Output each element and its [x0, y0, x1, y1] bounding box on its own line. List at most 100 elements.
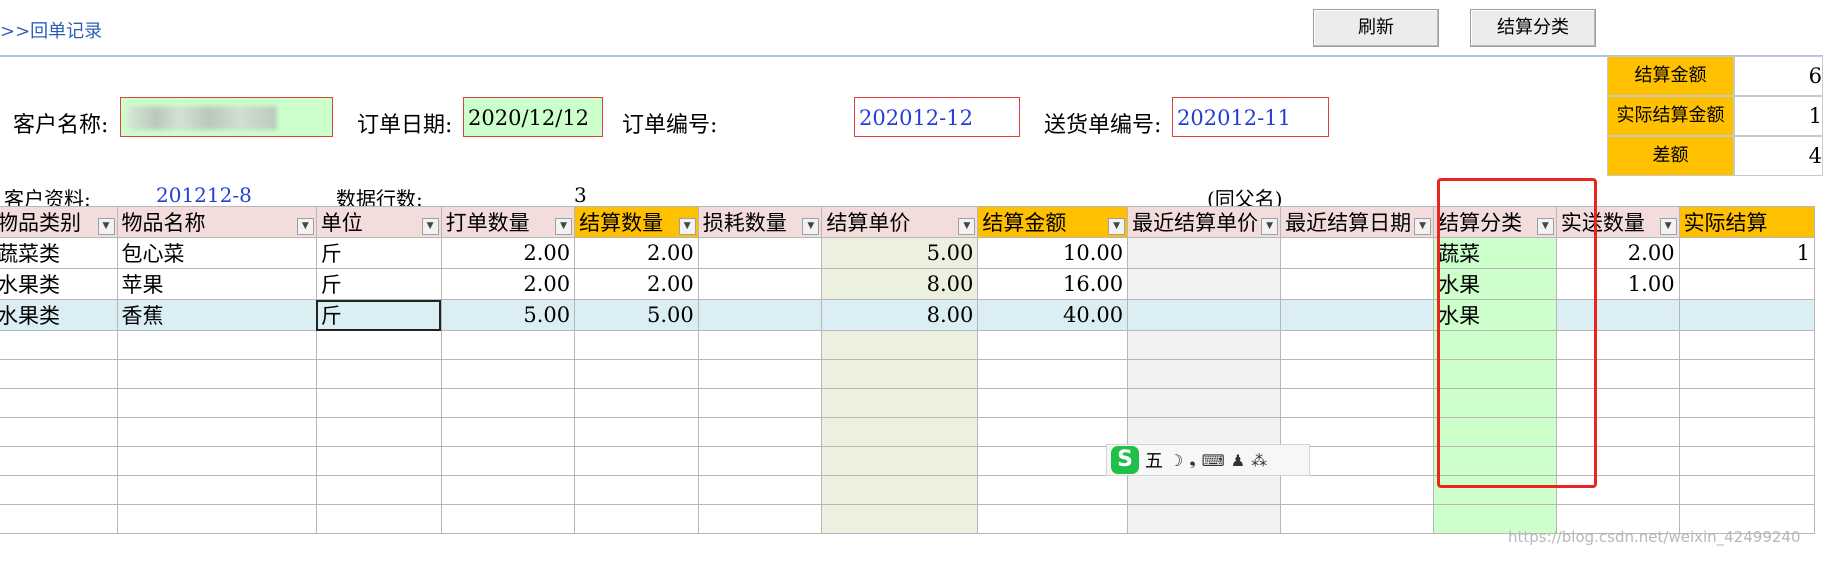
table-cell[interactable] [440, 504, 576, 534]
table-cell[interactable] [697, 446, 823, 476]
table-cell[interactable] [440, 330, 576, 360]
table-cell[interactable] [697, 330, 823, 360]
table-cell[interactable] [1127, 237, 1282, 269]
table-cell[interactable]: 苹果 [116, 268, 317, 300]
table-cell[interactable] [116, 446, 317, 476]
col-header[interactable]: 物品类别 ▼ [0, 206, 118, 238]
table-cell[interactable] [315, 417, 442, 447]
table-cell[interactable]: 1 [1678, 237, 1816, 269]
table-cell[interactable] [1127, 417, 1282, 447]
filter-dropdown-icon[interactable]: ▼ [1261, 218, 1279, 235]
order-date-field[interactable]: 2020/12/12 [463, 97, 603, 137]
tools-icon[interactable]: ⁂ [1251, 451, 1267, 470]
sogou-logo-icon[interactable]: S [1111, 446, 1139, 474]
table-cell[interactable] [1127, 504, 1282, 534]
customer-name-field[interactable] [120, 97, 333, 137]
table-cell[interactable] [1280, 237, 1435, 269]
order-no-field[interactable]: 202012-12 [854, 97, 1020, 137]
table-cell[interactable] [0, 388, 118, 418]
delivery-no-field[interactable]: 202012-11 [1172, 97, 1329, 137]
table-cell[interactable] [574, 359, 699, 389]
filter-dropdown-icon[interactable]: ▼ [1414, 218, 1432, 235]
table-cell[interactable] [574, 417, 699, 447]
table-cell[interactable]: 斤 [315, 268, 442, 300]
table-cell[interactable] [1127, 359, 1282, 389]
table-cell[interactable] [821, 446, 979, 476]
table-cell[interactable] [821, 388, 979, 418]
moon-icon[interactable]: ☽ [1169, 451, 1183, 470]
filter-dropdown-icon[interactable]: ▼ [555, 218, 573, 235]
table-cell[interactable]: 斤 [315, 237, 442, 269]
table-cell[interactable]: 5.00 [440, 299, 576, 331]
table-cell[interactable]: 2.00 [440, 268, 576, 300]
table-cell[interactable] [574, 446, 699, 476]
table-cell[interactable] [697, 237, 823, 269]
punctuation-icon[interactable]: ❟ [1189, 450, 1195, 470]
col-header[interactable]: 实际结算 [1678, 206, 1816, 238]
col-header[interactable]: 最近结算单价 ▼ [1127, 206, 1282, 238]
table-cell[interactable] [977, 388, 1129, 418]
classify-button[interactable]: 结算分类 [1470, 9, 1596, 47]
table-cell[interactable] [1678, 299, 1816, 331]
table-cell[interactable] [574, 330, 699, 360]
table-cell[interactable]: 16.00 [977, 268, 1129, 300]
table-cell[interactable] [1127, 299, 1282, 331]
table-cell[interactable] [1280, 388, 1435, 418]
keyboard-icon[interactable]: ⌨ [1202, 451, 1225, 470]
table-cell[interactable] [1280, 299, 1435, 331]
table-cell[interactable] [1280, 475, 1435, 505]
table-cell[interactable] [697, 417, 823, 447]
table-cell[interactable] [1678, 359, 1816, 389]
table-cell[interactable] [0, 330, 118, 360]
table-cell[interactable] [440, 475, 576, 505]
table-cell[interactable]: 8.00 [821, 268, 979, 300]
col-header[interactable]: 最近结算日期 ▼ [1280, 206, 1435, 238]
table-cell[interactable] [1678, 388, 1816, 418]
table-cell[interactable]: 2.00 [574, 268, 699, 300]
table-cell[interactable] [821, 359, 979, 389]
table-cell[interactable]: 10.00 [977, 237, 1129, 269]
table-cell[interactable]: 包心菜 [116, 237, 317, 269]
user-icon[interactable]: ♟ [1231, 451, 1245, 470]
filter-dropdown-icon[interactable]: ▼ [678, 218, 696, 235]
table-cell[interactable] [440, 388, 576, 418]
table-cell[interactable] [697, 359, 823, 389]
table-cell[interactable] [977, 359, 1129, 389]
table-cell[interactable] [1280, 417, 1435, 447]
table-cell[interactable]: 斤 [315, 299, 442, 331]
table-cell[interactable] [116, 475, 317, 505]
table-cell[interactable] [315, 446, 442, 476]
table-cell[interactable] [821, 475, 979, 505]
col-header[interactable]: 结算数量 ▼ [574, 206, 699, 238]
table-cell[interactable] [440, 446, 576, 476]
table-cell[interactable] [116, 417, 317, 447]
table-cell[interactable] [821, 504, 979, 534]
table-cell[interactable] [1678, 417, 1816, 447]
table-cell[interactable] [977, 475, 1129, 505]
table-cell[interactable]: 蔬菜类 [0, 237, 118, 269]
filter-dropdown-icon[interactable]: ▼ [958, 218, 976, 235]
table-cell[interactable] [315, 475, 442, 505]
col-header[interactable]: 物品名称 ▼ [116, 206, 317, 238]
col-header[interactable]: 打单数量 ▼ [440, 206, 576, 238]
filter-dropdown-icon[interactable]: ▼ [1659, 218, 1677, 235]
table-cell[interactable] [1127, 330, 1282, 360]
refresh-button[interactable]: 刷新 [1313, 9, 1439, 47]
table-cell[interactable] [697, 268, 823, 300]
ime-toolbar[interactable]: S 五 ☽ ❟ ⌨ ♟ ⁂ [1106, 444, 1310, 476]
table-cell[interactable] [315, 388, 442, 418]
table-cell[interactable] [821, 330, 979, 360]
table-cell[interactable] [440, 359, 576, 389]
table-cell[interactable]: 水果类 [0, 268, 118, 300]
filter-dropdown-icon[interactable]: ▼ [97, 218, 115, 235]
table-cell[interactable] [977, 504, 1129, 534]
table-cell[interactable] [697, 475, 823, 505]
table-cell[interactable] [977, 330, 1129, 360]
table-cell[interactable]: 40.00 [977, 299, 1129, 331]
col-header[interactable]: 结算单价 ▼ [821, 206, 979, 238]
filter-dropdown-icon[interactable]: ▼ [1108, 218, 1126, 235]
table-cell[interactable]: 5.00 [574, 299, 699, 331]
table-cell[interactable]: 香蕉 [116, 299, 317, 331]
table-cell[interactable] [1678, 268, 1816, 300]
filter-dropdown-icon[interactable]: ▼ [421, 218, 439, 235]
